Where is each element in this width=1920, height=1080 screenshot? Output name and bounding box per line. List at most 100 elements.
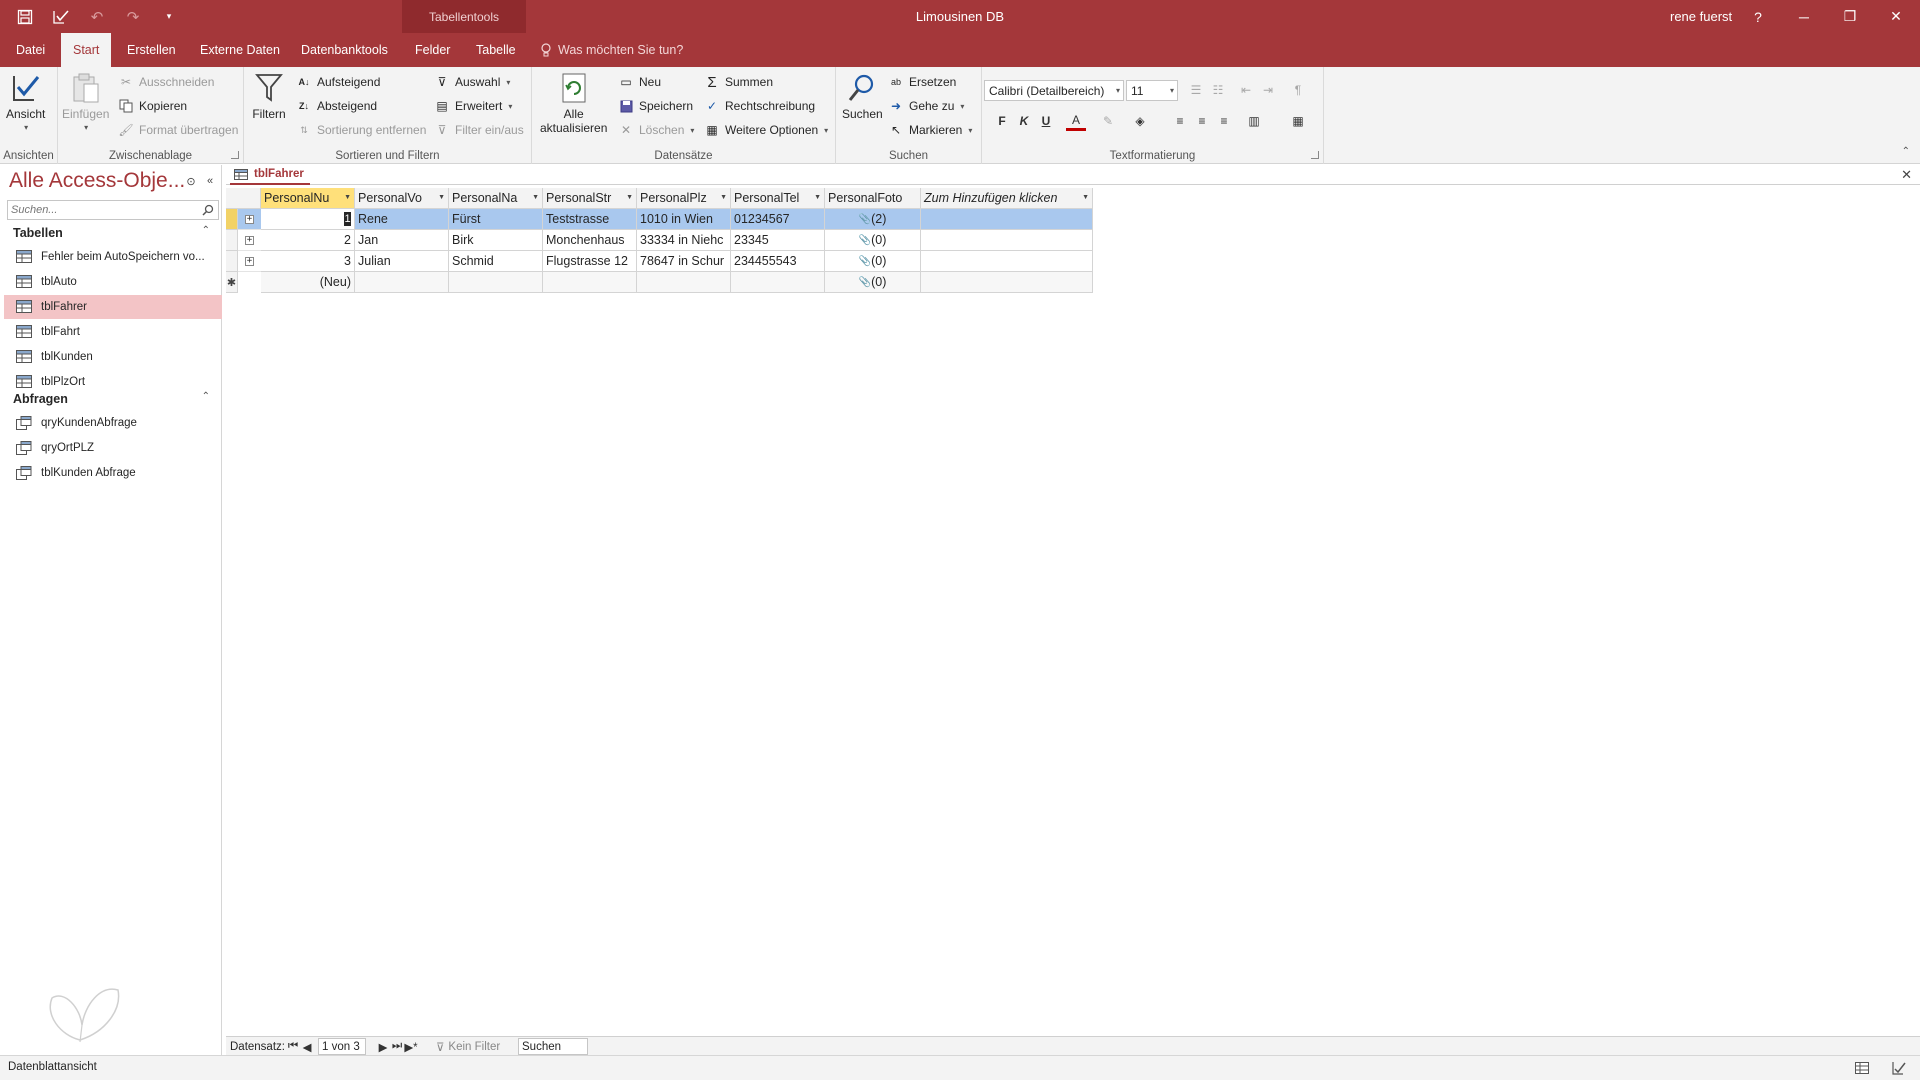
- nav-header[interactable]: Alle Access-Obje... ⊙ «: [4, 165, 222, 199]
- cell-personalplz[interactable]: 1010 in Wien: [637, 209, 731, 230]
- nav-item-tblfahrer[interactable]: tblFahrer: [4, 295, 222, 319]
- customize-qat-icon[interactable]: ▾: [158, 6, 180, 28]
- next-record-icon[interactable]: ▶: [376, 1038, 390, 1055]
- new-row-cell-personalnummer[interactable]: (Neu): [261, 272, 355, 293]
- erweitert-button[interactable]: ▤ Erweitert ▾: [434, 96, 512, 116]
- new-row-cell-add-field[interactable]: [921, 272, 1093, 293]
- chevron-up-icon[interactable]: ⌃: [202, 225, 210, 236]
- new-record-nav-icon[interactable]: ▶*: [404, 1038, 418, 1055]
- nav-title[interactable]: Alle Access-Obje...: [9, 169, 185, 193]
- column-header-personalplz[interactable]: PersonalPlz ▼: [637, 188, 731, 209]
- cell-personalvorname[interactable]: Rene: [355, 209, 449, 230]
- gehe-zu-button[interactable]: ➜ Gehe zu ▾: [888, 96, 964, 116]
- chevron-down-icon[interactable]: ▼: [626, 194, 633, 201]
- nav-menu-dropdown-icon[interactable]: ⊙: [184, 173, 198, 189]
- aufsteigend-button[interactable]: A↓ Aufsteigend: [296, 72, 381, 92]
- italic-button[interactable]: K: [1014, 111, 1034, 131]
- document-tab-tblfahrer[interactable]: tblFahrer: [230, 165, 310, 185]
- cell-personaltel[interactable]: 234455543: [731, 251, 825, 272]
- font-color-icon[interactable]: A: [1066, 111, 1086, 131]
- tab-tabelle[interactable]: Tabelle: [464, 33, 528, 67]
- new-row-cell-personalstrasse[interactable]: [543, 272, 637, 293]
- cell-personalname[interactable]: Fürst: [449, 209, 543, 230]
- markieren-button[interactable]: ↖ Markieren ▾: [888, 120, 972, 140]
- design-view-icon[interactable]: [1890, 1060, 1908, 1076]
- filtern-button[interactable]: Filtern: [252, 71, 286, 121]
- select-all-corner[interactable]: [226, 188, 261, 209]
- filter-status[interactable]: ⊽ Kein Filter: [436, 1038, 500, 1055]
- save-icon[interactable]: [14, 6, 36, 28]
- ansicht-button[interactable]: Ansicht ▾: [6, 71, 45, 135]
- underline-button[interactable]: U: [1036, 111, 1056, 131]
- ersetzen-button[interactable]: ab Ersetzen: [888, 72, 956, 92]
- rechtschreibung-button[interactable]: ✓ Rechtschreibung: [704, 96, 815, 116]
- gridlines-icon[interactable]: ▦: [1288, 111, 1308, 131]
- datasheet-view-icon[interactable]: [1853, 1060, 1871, 1076]
- cell-personalnummer[interactable]: 2: [261, 230, 355, 251]
- redo-icon[interactable]: ↷: [122, 6, 144, 28]
- cell-personaltel[interactable]: 23345: [731, 230, 825, 251]
- highlight-icon[interactable]: ✎: [1098, 111, 1118, 131]
- new-row-cell-personaltel[interactable]: [731, 272, 825, 293]
- record-search-input[interactable]: Suchen: [518, 1038, 588, 1055]
- chevron-down-icon[interactable]: ▼: [344, 194, 351, 201]
- bold-button[interactable]: F: [992, 111, 1012, 131]
- user-name[interactable]: rene fuerst: [1670, 9, 1732, 24]
- cell-add-field[interactable]: [921, 251, 1093, 272]
- font-family-combo[interactable]: Calibri (Detailbereich) ▾: [984, 80, 1124, 101]
- chevron-up-icon[interactable]: ⌃: [202, 391, 210, 402]
- nav-item-tblfahrt[interactable]: tblFahrt: [4, 320, 222, 344]
- undo-icon[interactable]: ↶: [86, 6, 108, 28]
- new-row-cell-personalplz[interactable]: [637, 272, 731, 293]
- chevron-down-icon[interactable]: ▼: [720, 194, 727, 201]
- align-right-icon[interactable]: ≡: [1214, 111, 1234, 131]
- chevron-down-icon[interactable]: ▼: [438, 194, 445, 201]
- column-header-personalvorname[interactable]: PersonalVo ▼: [355, 188, 449, 209]
- chevron-down-icon[interactable]: ▼: [814, 194, 821, 201]
- column-header-personalname[interactable]: PersonalNa ▼: [449, 188, 543, 209]
- loeschen-button[interactable]: ✕ Löschen ▾: [618, 120, 694, 140]
- record-selector[interactable]: [226, 251, 238, 272]
- expand-subdatasheet[interactable]: +: [238, 251, 261, 272]
- cell-personaltel[interactable]: 01234567: [731, 209, 825, 230]
- weitere-optionen-button[interactable]: ▦ Weitere Optionen ▾: [704, 120, 828, 140]
- filter-ein-aus-button[interactable]: ⊽ Filter ein/aus: [434, 120, 524, 140]
- alle-aktualisieren-button[interactable]: Alle aktualisieren: [540, 71, 607, 135]
- tab-externe-daten[interactable]: Externe Daten: [188, 33, 292, 67]
- cell-personalstrasse[interactable]: Teststrasse: [543, 209, 637, 230]
- align-center-icon[interactable]: ≡: [1192, 111, 1212, 131]
- ausschneiden-button[interactable]: ✂ Ausschneiden: [118, 72, 214, 92]
- record-selector[interactable]: [226, 209, 238, 230]
- chevron-down-icon[interactable]: ▼: [1082, 194, 1089, 201]
- auswahl-button[interactable]: ⊽ Auswahl ▾: [434, 72, 511, 92]
- nav-item-tblauto[interactable]: tblAuto: [4, 270, 222, 294]
- paragraph-direction-icon[interactable]: ¶: [1288, 80, 1308, 100]
- column-header-personaltel[interactable]: PersonalTel ▼: [731, 188, 825, 209]
- restore-button[interactable]: ❐: [1827, 0, 1873, 33]
- kopieren-button[interactable]: Kopieren: [118, 96, 187, 116]
- tab-start[interactable]: Start: [61, 33, 112, 67]
- speichern-button[interactable]: Speichern: [618, 96, 693, 116]
- increase-indent-icon[interactable]: ⇥: [1258, 80, 1278, 100]
- alternate-row-color-icon[interactable]: ▥: [1244, 111, 1264, 131]
- chevron-down-icon[interactable]: ▼: [532, 194, 539, 201]
- numbering-icon[interactable]: ☷: [1208, 80, 1228, 100]
- cell-personalstrasse[interactable]: Monchenhaus: [543, 230, 637, 251]
- decrease-indent-icon[interactable]: ⇤: [1236, 80, 1256, 100]
- nav-section-tabellen[interactable]: Tabellen ⌃: [4, 222, 222, 244]
- record-position-input[interactable]: 1 von 3: [318, 1038, 366, 1055]
- new-record-selector[interactable]: ✱: [226, 272, 238, 293]
- tab-datenbanktools[interactable]: Datenbanktools: [289, 33, 400, 67]
- cell-personalfoto[interactable]: 📎 (0): [825, 230, 921, 251]
- cell-personalnummer[interactable]: 3: [261, 251, 355, 272]
- bullets-icon[interactable]: ☰: [1186, 80, 1206, 100]
- einfuegen-button[interactable]: Einfügen ▾: [62, 71, 109, 135]
- cell-add-field[interactable]: [921, 209, 1093, 230]
- nav-item-qryortplz[interactable]: qryOrtPLZ: [4, 436, 222, 460]
- font-size-combo[interactable]: 11 ▾: [1126, 80, 1178, 101]
- tab-datei[interactable]: Datei: [4, 33, 57, 67]
- collapse-ribbon-icon[interactable]: ⌃: [1902, 146, 1910, 157]
- new-row-cell-personalname[interactable]: [449, 272, 543, 293]
- cell-personalname[interactable]: Schmid: [449, 251, 543, 272]
- cell-personalvorname[interactable]: Julian: [355, 251, 449, 272]
